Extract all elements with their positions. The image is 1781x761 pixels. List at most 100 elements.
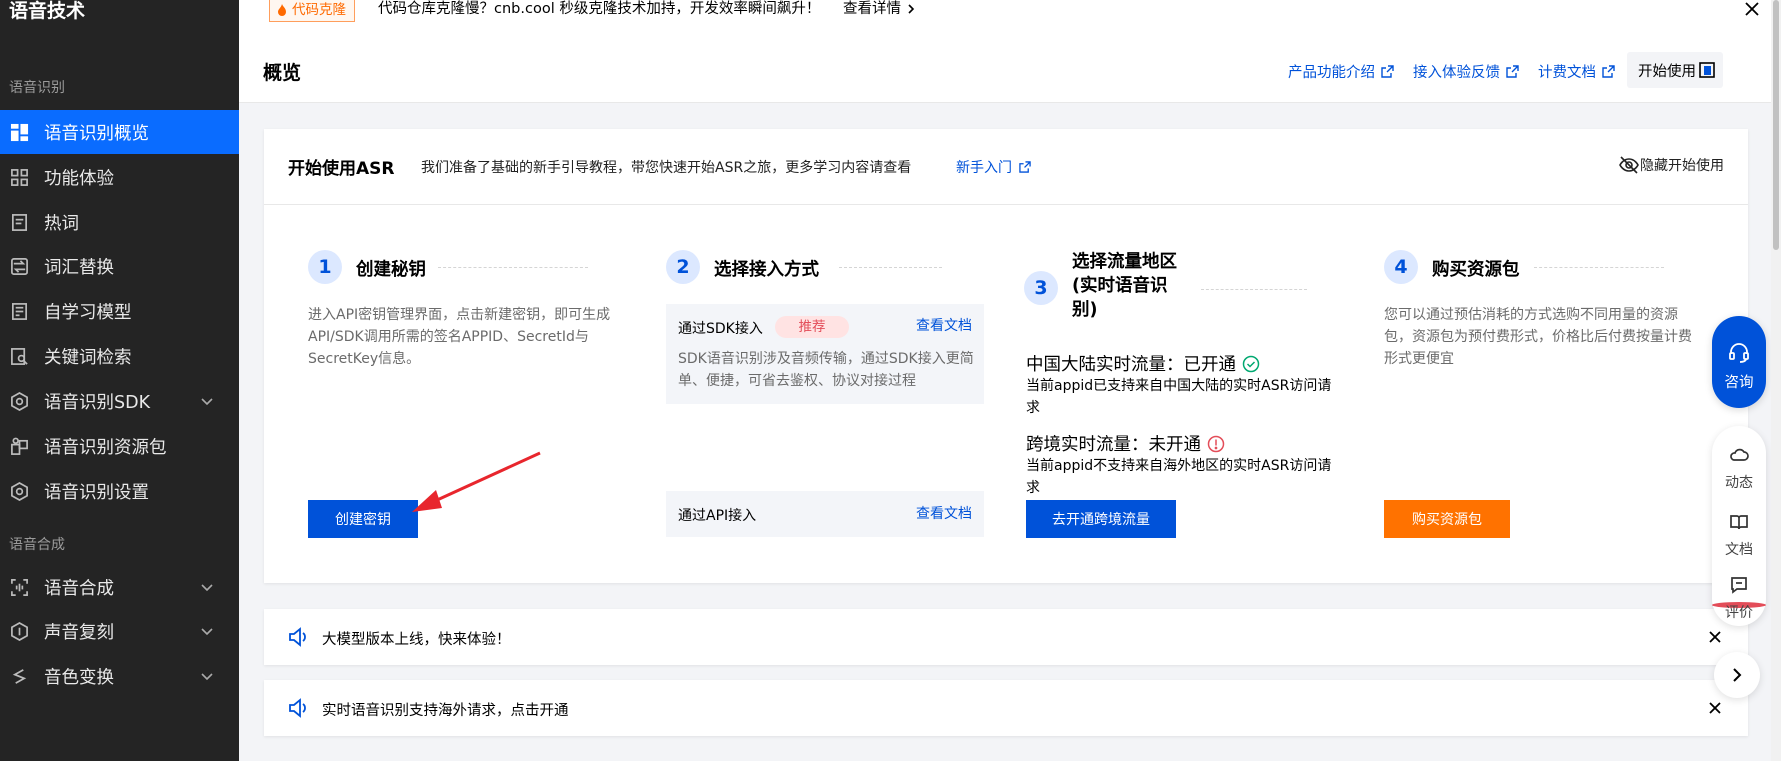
sidebar: 语音技术 语音识别 语音识别概览 功能体验 热词 词汇替换 自学习模型 关键词检… bbox=[0, 0, 239, 761]
comment-icon bbox=[1731, 577, 1747, 594]
notice-llm-launch: 大模型版本上线，快来体验！ bbox=[264, 609, 1748, 665]
step-number: 3 bbox=[1024, 271, 1058, 305]
api-docs-link[interactable]: 查看文档 bbox=[916, 503, 972, 523]
sdk-access-label: 通过SDK接入 bbox=[678, 321, 763, 337]
chevron-down-icon bbox=[201, 584, 213, 592]
billing-docs-link[interactable]: 计费文档 bbox=[1538, 61, 1615, 82]
api-access-label: 通过API接入 bbox=[678, 508, 757, 524]
buy-package-button[interactable]: 购买资源包 bbox=[1384, 500, 1510, 538]
sidebar-item-asr-package[interactable]: 语音识别资源包 bbox=[0, 424, 239, 468]
cross-border-traffic-status: 跨境实时流量：未开通 bbox=[1026, 431, 1225, 456]
mainland-traffic-description: 当前appid已支持来自中国大陆的实时ASR访问请求 bbox=[1026, 378, 1332, 416]
docs-button[interactable]: 文档 bbox=[1712, 503, 1766, 563]
sidebar-item-label: 词汇替换 bbox=[44, 257, 114, 278]
beginner-guide-link[interactable]: 新手入门 bbox=[956, 157, 1031, 177]
promo-text: 代码仓库克隆慢？cnb.cool 秒级克隆技术加持，开发效率瞬间飙升！ bbox=[378, 1, 821, 17]
panel-icon bbox=[1699, 62, 1715, 78]
sidebar-item-label: 语音识别资源包 bbox=[44, 437, 167, 458]
search-doc-icon bbox=[9, 346, 29, 366]
step-title: 购买资源包 bbox=[1432, 260, 1520, 280]
sidebar-item-feature-trial[interactable]: 功能体验 bbox=[0, 155, 239, 199]
create-key-button[interactable]: 创建密钥 bbox=[308, 500, 418, 538]
cloud-icon bbox=[1730, 448, 1749, 461]
sidebar-item-keyword-search[interactable]: 关键词检索 bbox=[0, 334, 239, 378]
sidebar-item-voice-clone[interactable]: 声音复刻 bbox=[0, 609, 239, 653]
sdk-access-option: 通过SDK接入 推荐 查看文档 SDK语音识别涉及音频传输，通过SDK接入更简单… bbox=[666, 304, 984, 404]
external-link-icon bbox=[1381, 65, 1394, 78]
chevron-right-icon bbox=[1733, 668, 1742, 682]
step-number: 4 bbox=[1384, 250, 1418, 284]
sidebar-item-tts[interactable]: 语音合成 bbox=[0, 565, 239, 609]
voice-change-icon bbox=[9, 666, 29, 686]
sidebar-item-asr-settings[interactable]: 语音识别设置 bbox=[0, 469, 239, 513]
speaker-icon bbox=[289, 627, 306, 647]
sidebar-item-label: 语音合成 bbox=[44, 578, 114, 599]
promo-bar: 代码克隆 代码仓库克隆慢？cnb.cool 秒级克隆技术加持，开发效率瞬间飙升！… bbox=[239, 0, 1781, 40]
consult-button[interactable]: 咨询 bbox=[1712, 316, 1766, 408]
product-intro-link[interactable]: 产品功能介绍 bbox=[1288, 61, 1394, 82]
sidebar-group-asr: 语音识别 bbox=[9, 80, 65, 96]
settings-icon bbox=[9, 481, 29, 501]
page-header: 概览 产品功能介绍 接入体验反馈 计费文档 开始使用 bbox=[239, 40, 1781, 103]
step-description: 您可以通过预估消耗的方式选购不同用量的资源包，资源包为预付费形式，价格比后付费按… bbox=[1384, 307, 1692, 367]
float-panel: 动态 文档 评价 bbox=[1712, 426, 1766, 626]
sidebar-item-self-learning-model[interactable]: 自学习模型 bbox=[0, 289, 239, 333]
mainland-traffic-status: 中国大陆实时流量：已开通 bbox=[1026, 351, 1260, 376]
document-icon bbox=[9, 212, 29, 232]
close-icon[interactable] bbox=[1707, 700, 1723, 716]
sidebar-item-word-replace[interactable]: 词汇替换 bbox=[0, 244, 239, 288]
promo-details-link[interactable]: 查看详情 bbox=[843, 0, 917, 19]
notice-text: 实时语音识别支持海外请求，点击开通 bbox=[322, 703, 569, 719]
news-button[interactable]: 动态 bbox=[1712, 436, 1766, 496]
grid-icon bbox=[9, 167, 29, 187]
step-title: 选择接入方式 bbox=[714, 260, 819, 280]
getting-started-card: 开始使用ASR 我们准备了基础的新手引导教程，带您快速开始ASR之旅，更多学习内… bbox=[264, 129, 1748, 583]
sdk-docs-link[interactable]: 查看文档 bbox=[916, 315, 972, 335]
sidebar-item-label: 关键词检索 bbox=[44, 347, 132, 368]
sidebar-group-tts: 语音合成 bbox=[9, 537, 65, 553]
external-link-icon bbox=[1019, 161, 1031, 173]
close-icon[interactable] bbox=[1743, 0, 1761, 18]
sidebar-item-label: 语音识别SDK bbox=[44, 392, 151, 413]
package-icon bbox=[9, 436, 29, 456]
sidebar-item-hotwords[interactable]: 热词 bbox=[0, 200, 239, 244]
chevron-down-icon bbox=[201, 398, 213, 406]
sidebar-item-label: 语音识别概览 bbox=[44, 123, 149, 144]
check-circle-icon bbox=[1242, 355, 1260, 372]
eye-off-icon bbox=[1619, 156, 1639, 174]
swap-icon bbox=[9, 256, 29, 276]
sidebar-item-label: 自学习模型 bbox=[44, 302, 132, 323]
rating-button[interactable]: 评价 bbox=[1712, 566, 1766, 626]
feedback-link[interactable]: 接入体验反馈 bbox=[1413, 61, 1519, 82]
promo-tag: 代码克隆 bbox=[269, 0, 355, 22]
step-description: 进入API密钥管理界面，点击新建密钥，即可生成API/SDK调用所需的签名APP… bbox=[308, 307, 611, 367]
sidebar-item-label: 语音识别设置 bbox=[44, 482, 149, 503]
step-title: 创建秘钥 bbox=[356, 260, 426, 280]
sidebar-item-voice-change[interactable]: 音色变换 bbox=[0, 654, 239, 698]
step-number: 2 bbox=[666, 250, 700, 284]
clone-icon bbox=[9, 621, 29, 641]
sdk-access-description: SDK语音识别涉及音频传输，通过SDK接入更简单、便捷，可省去鉴权、协议对接过程 bbox=[678, 351, 974, 389]
dashboard-icon bbox=[9, 122, 29, 142]
external-link-icon bbox=[1602, 65, 1615, 78]
step-divider bbox=[1201, 289, 1307, 290]
book-icon bbox=[1730, 515, 1748, 530]
close-icon[interactable] bbox=[1707, 629, 1723, 645]
scrollbar-thumb[interactable] bbox=[1773, 0, 1779, 250]
hide-getting-started-button[interactable]: 隐藏开始使用 bbox=[1619, 155, 1724, 175]
expand-button[interactable] bbox=[1714, 652, 1760, 698]
external-link-icon bbox=[1506, 65, 1519, 78]
sidebar-item-asr-sdk[interactable]: 语音识别SDK bbox=[0, 379, 239, 423]
start-using-button[interactable]: 开始使用 bbox=[1627, 52, 1723, 88]
sidebar-item-asr-overview[interactable]: 语音识别概览 bbox=[0, 110, 239, 154]
recommended-badge: 推荐 bbox=[775, 316, 849, 338]
card-header: 开始使用ASR 我们准备了基础的新手引导教程，带您快速开始ASR之旅，更多学习内… bbox=[264, 129, 1748, 205]
speaker-icon bbox=[289, 698, 306, 718]
enable-cross-border-button[interactable]: 去开通跨境流量 bbox=[1026, 500, 1176, 538]
chevron-right-icon bbox=[908, 4, 915, 14]
flame-icon bbox=[278, 4, 286, 16]
card-title: 开始使用ASR bbox=[288, 159, 395, 179]
sidebar-item-label: 音色变换 bbox=[44, 667, 114, 688]
page-title: 概览 bbox=[263, 62, 302, 84]
step-title: 选择流量地区 (实时语音识 别) bbox=[1072, 252, 1177, 320]
